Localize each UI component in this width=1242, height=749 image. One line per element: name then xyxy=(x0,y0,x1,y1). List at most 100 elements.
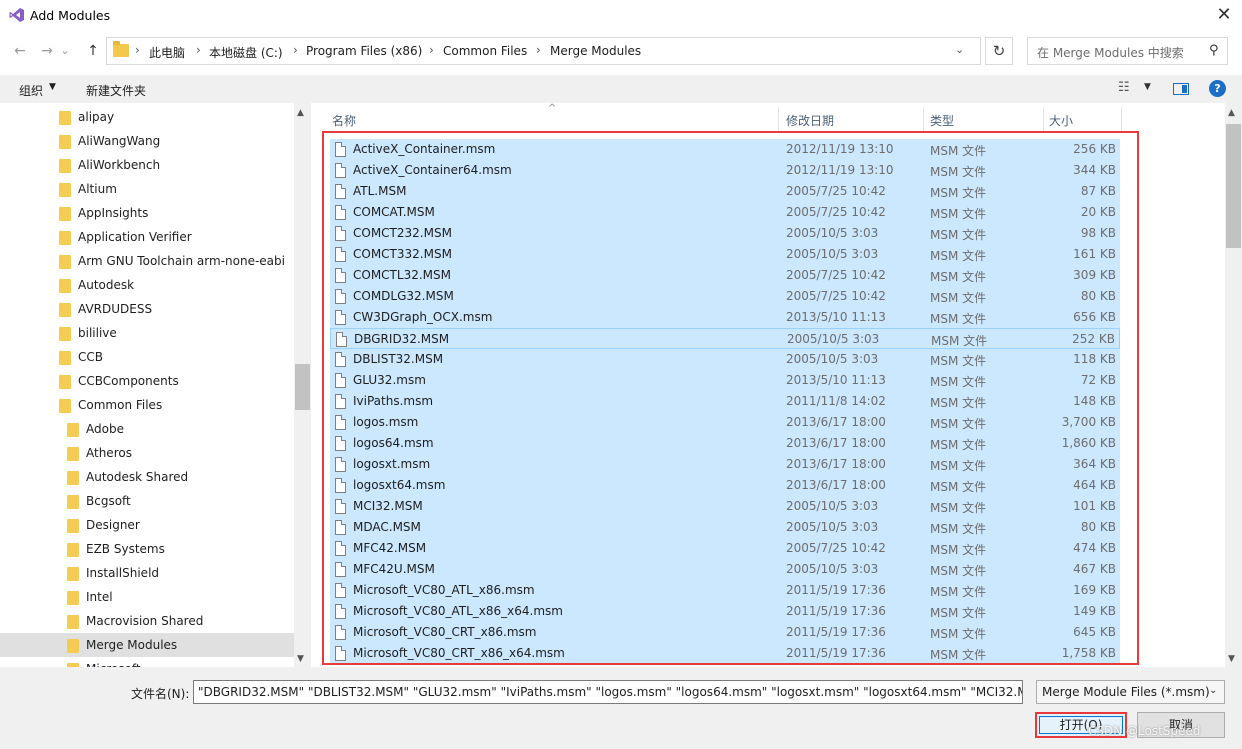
file-row[interactable]: ActiveX_Container64.msm 2012/11/19 13:10 M… xyxy=(330,160,1120,181)
file-row[interactable]: Microsoft_VC80_CRT_x86_x64.msm 2011/5/19 … xyxy=(330,643,1120,664)
file-row[interactable]: logos64.msm 2013/6/17 18:00 MSM 文件 1,860 KB xyxy=(330,433,1120,454)
tree-item[interactable]: Arm GNU Toolchain arm-none-eabi xyxy=(0,249,294,273)
tree-item[interactable]: CCBComponents xyxy=(0,369,294,393)
file-row[interactable]: Microsoft_VC80_CRT_x86.msm 2011/5/19 17:3… xyxy=(330,622,1120,643)
address-bar[interactable]: › 此电脑 › 本地磁盘 (C:) › Program Files (x86) … xyxy=(106,37,981,65)
filename-label: 文件名(N): xyxy=(131,687,190,701)
caret-down-icon[interactable]: ▼ xyxy=(1144,82,1151,92)
file-row[interactable]: DBGRID32.MSM 2005/10/5 3:03 MSM 文件 252 KB xyxy=(330,328,1120,349)
tree-item[interactable]: Application Verifier xyxy=(0,225,294,249)
tree-scrollbar-thumb[interactable] xyxy=(295,364,310,410)
breadcrumb-separator: › xyxy=(293,43,298,57)
search-input[interactable]: 在 Merge Modules 中搜索 ⚲ xyxy=(1027,37,1228,65)
column-divider[interactable] xyxy=(1043,107,1044,133)
column-header-size[interactable]: 大小 xyxy=(1049,112,1073,129)
file-row[interactable]: COMDLG32.MSM 2005/7/25 10:42 MSM 文件 80 KB xyxy=(330,286,1120,307)
column-divider[interactable] xyxy=(1121,107,1122,133)
file-row[interactable]: MFC42.MSM 2005/7/25 10:42 MSM 文件 474 KB xyxy=(330,538,1120,559)
tree-item[interactable]: AliWangWang xyxy=(0,129,294,153)
file-row[interactable]: COMCTL32.MSM 2005/7/25 10:42 MSM 文件 309 KB xyxy=(330,265,1120,286)
up-icon[interactable]: ↑ xyxy=(82,40,104,62)
tree-item[interactable]: Common Files xyxy=(0,393,294,417)
tree-item[interactable]: InstallShield xyxy=(0,561,294,585)
scroll-up-icon[interactable]: ▲ xyxy=(297,108,304,118)
file-type: MSM 文件 xyxy=(931,334,988,348)
tree-item[interactable]: AppInsights xyxy=(0,201,294,225)
file-type-select[interactable]: Merge Module Files (*.msm) ⌄ xyxy=(1036,680,1225,704)
chevron-down-icon[interactable]: ⌄ xyxy=(1209,685,1217,696)
list-scrollbar-thumb[interactable] xyxy=(1226,124,1241,248)
column-header-name[interactable]: 名称 xyxy=(332,112,356,129)
tree-item[interactable]: Bcgsoft xyxy=(0,489,294,513)
breadcrumb-program-files[interactable]: Program Files (x86) xyxy=(306,44,422,58)
file-row[interactable]: logosxt.msm 2013/6/17 18:00 MSM 文件 364 KB xyxy=(330,454,1120,475)
search-icon[interactable]: ⚲ xyxy=(1209,43,1219,58)
scroll-down-icon[interactable]: ▼ xyxy=(297,654,304,664)
recent-locations-icon[interactable]: ⌄ xyxy=(58,40,72,62)
tree-item[interactable]: Autodesk xyxy=(0,273,294,297)
file-row[interactable]: GLU32.msm 2013/5/10 11:13 MSM 文件 72 KB xyxy=(330,370,1120,391)
tree-item[interactable]: Intel xyxy=(0,585,294,609)
breadcrumb-this-pc[interactable]: 此电脑 xyxy=(149,44,185,61)
tree-item[interactable]: Designer xyxy=(0,513,294,537)
preview-pane-icon[interactable] xyxy=(1173,83,1189,95)
tree-item[interactable]: Macrovision Shared xyxy=(0,609,294,633)
chevron-down-icon[interactable]: ⌄ xyxy=(955,43,964,56)
scroll-down-icon[interactable]: ▼ xyxy=(1228,654,1235,664)
tree-item[interactable]: Atheros xyxy=(0,441,294,465)
file-row[interactable]: logosxt64.msm 2013/6/17 18:00 MSM 文件 464 KB xyxy=(330,475,1120,496)
breadcrumb-merge-modules[interactable]: Merge Modules xyxy=(550,44,641,58)
file-type-value: Merge Module Files (*.msm) xyxy=(1042,685,1210,699)
close-icon[interactable]: ✕ xyxy=(1212,4,1236,26)
file-icon xyxy=(335,163,346,178)
file-row[interactable]: MDAC.MSM 2005/10/5 3:03 MSM 文件 80 KB xyxy=(330,517,1120,538)
tree-item[interactable]: CCB xyxy=(0,345,294,369)
breadcrumb-common-files[interactable]: Common Files xyxy=(443,44,527,58)
file-row[interactable]: IviPaths.msm 2011/11/8 14:02 MSM 文件 148 KB xyxy=(330,391,1120,412)
tree-item[interactable]: Altium xyxy=(0,177,294,201)
filename-input[interactable]: "DBGRID32.MSM" "DBLIST32.MSM" "GLU32.msm… xyxy=(193,680,1023,704)
file-row[interactable]: logos.msm 2013/6/17 18:00 MSM 文件 3,700 KB xyxy=(330,412,1120,433)
caret-down-icon[interactable]: ▼ xyxy=(49,82,56,92)
breadcrumb-local-disk[interactable]: 本地磁盘 (C:) xyxy=(209,44,283,61)
file-date: 2005/7/25 10:42 xyxy=(786,289,886,303)
tree-item[interactable]: alipay xyxy=(0,105,294,129)
file-row[interactable]: DBLIST32.MSM 2005/10/5 3:03 MSM 文件 118 KB xyxy=(330,349,1120,370)
file-row[interactable]: Microsoft_VC80_ATL_x86_x64.msm 2011/5/19 … xyxy=(330,601,1120,622)
tree-item[interactable]: Adobe xyxy=(0,417,294,441)
file-row[interactable]: COMCAT.MSM 2005/7/25 10:42 MSM 文件 20 KB xyxy=(330,202,1120,223)
scroll-up-icon[interactable]: ▲ xyxy=(1228,108,1235,118)
file-row[interactable]: MFC42U.MSM 2005/10/5 3:03 MSM 文件 467 KB xyxy=(330,559,1120,580)
view-options-icon[interactable]: ☷ xyxy=(1118,80,1130,95)
new-folder-button[interactable]: 新建文件夹 xyxy=(86,82,146,99)
file-row[interactable]: CW3DGraph_OCX.msm 2013/5/10 11:13 MSM 文件 65… xyxy=(330,307,1120,328)
tree-item[interactable]: Autodesk Shared xyxy=(0,465,294,489)
file-row[interactable]: COMCT332.MSM 2005/10/5 3:03 MSM 文件 161 KB xyxy=(330,244,1120,265)
file-row[interactable]: MCI32.MSM 2005/10/5 3:03 MSM 文件 101 KB xyxy=(330,496,1120,517)
file-row[interactable]: Microsoft_VC80_ATL_x86.msm 2011/5/19 17:3… xyxy=(330,580,1120,601)
tree-item[interactable]: Microsoft xyxy=(0,657,294,667)
file-row[interactable]: ActiveX_Container.msm 2012/11/19 13:10 MSM… xyxy=(330,139,1120,160)
back-icon[interactable]: ← xyxy=(9,40,31,62)
file-icon xyxy=(335,478,346,493)
column-header-type[interactable]: 类型 xyxy=(930,112,954,129)
file-icon xyxy=(335,373,346,388)
tree-item[interactable]: Merge Modules xyxy=(0,633,294,657)
file-row[interactable]: ATL.MSM 2005/7/25 10:42 MSM 文件 87 KB xyxy=(330,181,1120,202)
tree-item[interactable]: AVRDUDESS xyxy=(0,297,294,321)
tree-item[interactable]: bililive xyxy=(0,321,294,345)
column-divider[interactable] xyxy=(923,107,924,133)
tree-item[interactable]: EZB Systems xyxy=(0,537,294,561)
file-name: ActiveX_Container.msm xyxy=(353,142,496,156)
folder-icon xyxy=(59,183,71,197)
file-row[interactable]: COMCT232.MSM 2005/10/5 3:03 MSM 文件 98 KB xyxy=(330,223,1120,244)
refresh-icon[interactable]: ↻ xyxy=(985,37,1013,65)
help-icon[interactable]: ? xyxy=(1209,80,1226,97)
forward-icon[interactable]: → xyxy=(36,40,58,62)
column-divider[interactable] xyxy=(778,107,779,133)
file-name: Microsoft_VC80_CRT_x86.msm xyxy=(353,625,537,639)
column-header-date[interactable]: 修改日期 xyxy=(786,112,834,129)
tree-item[interactable]: AliWorkbench xyxy=(0,153,294,177)
file-date: 2005/10/5 3:03 xyxy=(786,562,879,576)
organize-menu[interactable]: 组织 xyxy=(19,82,43,99)
